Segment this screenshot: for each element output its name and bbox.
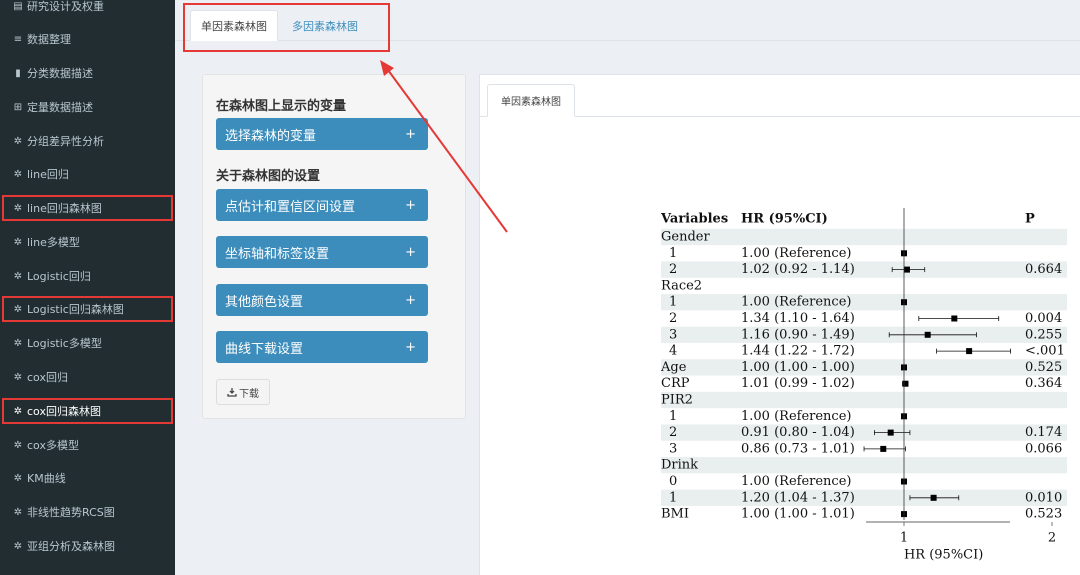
row-shade bbox=[661, 326, 1067, 343]
forest-row-p: 0.010 bbox=[1025, 490, 1062, 505]
forest-row-hr: 1.00 (1.00 - 1.00) bbox=[741, 360, 855, 375]
forest-row-label: Drink bbox=[661, 458, 698, 473]
forest-row-p: 0.174 bbox=[1025, 425, 1062, 440]
x-axis-title: HR (95%CI) bbox=[904, 548, 983, 563]
forest-row-hr: 1.02 (0.92 - 1.14) bbox=[741, 262, 855, 277]
forest-row-label: 2 bbox=[669, 262, 677, 277]
forest-row-label: 3 bbox=[669, 327, 677, 342]
hr-point bbox=[903, 266, 910, 273]
forest-row-p: <.001 bbox=[1025, 344, 1065, 359]
forest-row-label: Gender bbox=[661, 230, 710, 245]
forest-row-label: Age bbox=[660, 360, 687, 375]
row-shade bbox=[661, 424, 1067, 441]
forest-row-hr: 1.01 (0.99 - 1.02) bbox=[741, 376, 855, 391]
forest-row-hr: 1.34 (1.10 - 1.64) bbox=[741, 311, 855, 326]
forest-row-label: BMI bbox=[661, 507, 689, 522]
hr-point bbox=[902, 380, 909, 387]
x-tick-label: 1 bbox=[900, 531, 908, 546]
row-shade bbox=[661, 359, 1067, 376]
hr-point bbox=[887, 429, 894, 436]
forest-row-hr: 0.91 (0.80 - 1.04) bbox=[741, 425, 855, 440]
hr-point bbox=[966, 348, 973, 355]
hr-point bbox=[924, 331, 931, 338]
forest-row-p: 0.664 bbox=[1025, 262, 1062, 277]
forest-row-label: 1 bbox=[669, 295, 677, 310]
forest-row-hr: 1.00 (Reference) bbox=[741, 246, 851, 261]
forest-header-p: P bbox=[1025, 212, 1035, 227]
row-shade bbox=[661, 294, 1067, 311]
forest-row-hr: 1.00 (Reference) bbox=[741, 409, 851, 424]
forest-header-hr: HR (95%CI) bbox=[741, 212, 828, 227]
row-shade bbox=[661, 261, 1067, 278]
forest-plot: Variables HR (95%CI) PGender1 1.00 (Referen… bbox=[380, 60, 1067, 563]
annotation-arrow bbox=[380, 60, 508, 233]
forest-row-label: PIR2 bbox=[661, 393, 693, 408]
forest-row-label: Race2 bbox=[661, 278, 702, 293]
forest-row-label: 1 bbox=[669, 246, 677, 261]
forest-row-hr: 1.00 (Reference) bbox=[741, 295, 851, 310]
forest-row-p: 0.364 bbox=[1025, 376, 1062, 391]
forest-row-hr: 1.16 (0.90 - 1.49) bbox=[741, 327, 855, 342]
forest-row-label: 1 bbox=[669, 490, 677, 505]
forest-row-label: 2 bbox=[669, 425, 677, 440]
forest-row-p: 0.523 bbox=[1025, 507, 1062, 522]
forest-row-label: CRP bbox=[661, 376, 690, 391]
forest-row-hr: 1.20 (1.04 - 1.37) bbox=[741, 490, 855, 505]
hr-point bbox=[930, 494, 937, 501]
forest-row-hr: 1.00 (1.00 - 1.01) bbox=[741, 507, 855, 522]
forest-row-p: 0.004 bbox=[1025, 311, 1062, 326]
forest-row-hr: 0.86 (0.73 - 1.01) bbox=[741, 441, 855, 456]
forest-row-label: 0 bbox=[669, 474, 677, 489]
forest-row-p: 0.255 bbox=[1025, 327, 1062, 342]
forest-row-p: 0.066 bbox=[1025, 441, 1062, 456]
row-shade bbox=[661, 228, 1067, 246]
forest-row-label: 1 bbox=[669, 409, 677, 424]
x-tick-label: 2 bbox=[1048, 531, 1056, 546]
row-shade bbox=[661, 457, 1067, 474]
row-shade bbox=[661, 391, 1067, 409]
forest-row-label: 4 bbox=[669, 344, 677, 359]
hr-point bbox=[880, 445, 887, 452]
forest-row-label: 3 bbox=[669, 441, 677, 456]
hr-point bbox=[951, 315, 958, 322]
forest-row-hr: 1.00 (Reference) bbox=[741, 474, 851, 489]
forest-row-p: 0.525 bbox=[1025, 360, 1062, 375]
forest-header-variables: Variables bbox=[660, 212, 728, 227]
forest-row-hr: 1.44 (1.22 - 1.72) bbox=[741, 344, 855, 359]
row-shade bbox=[661, 489, 1067, 506]
forest-row-label: 2 bbox=[669, 311, 677, 326]
